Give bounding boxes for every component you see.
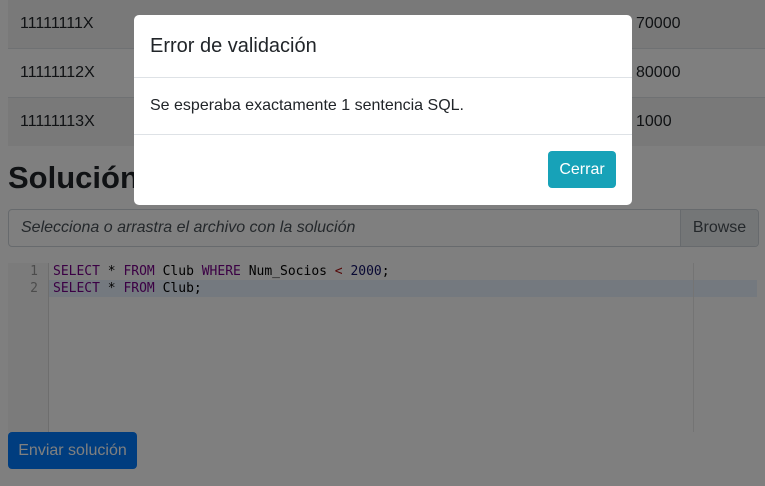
close-button[interactable]: Cerrar [548,151,616,188]
modal-title: Error de validación [134,15,632,78]
error-modal: Error de validación Se esperaba exactame… [134,15,632,205]
modal-message: Se esperaba exactamente 1 sentencia SQL. [134,78,632,135]
